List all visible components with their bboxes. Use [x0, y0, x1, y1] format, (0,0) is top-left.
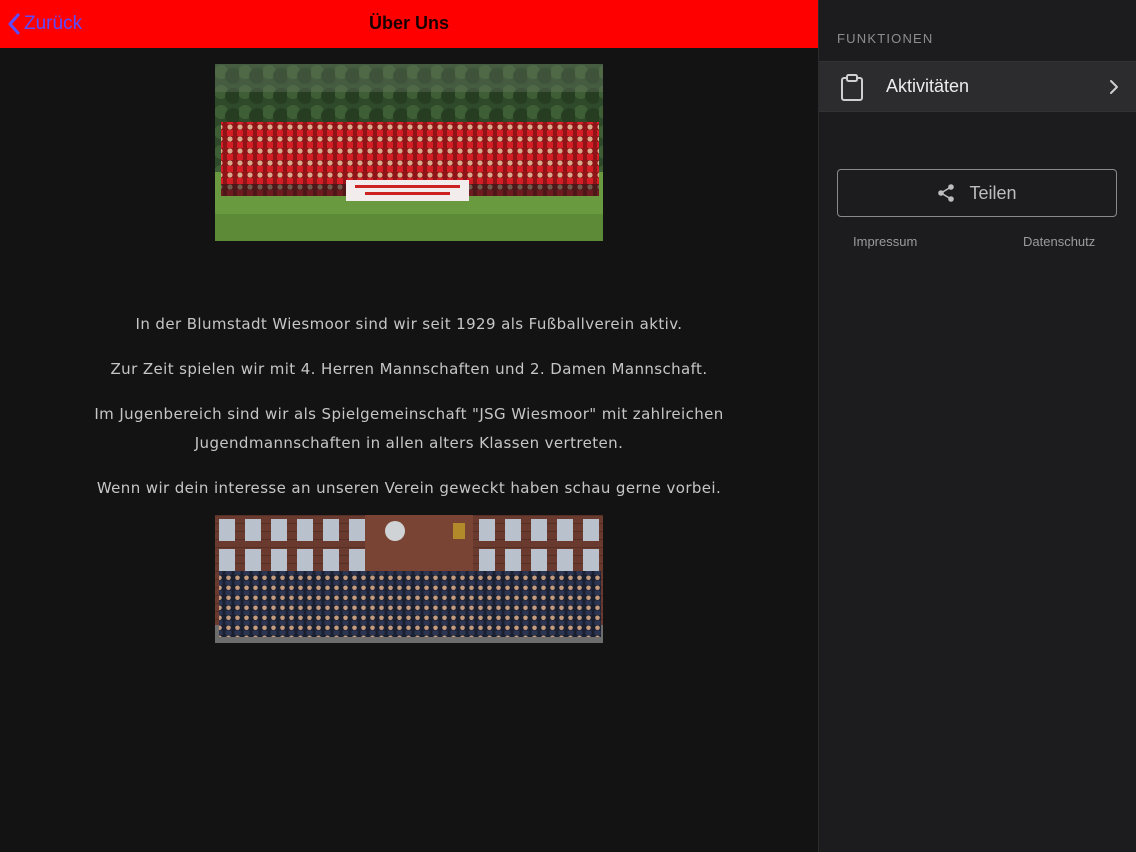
share-label: Teilen	[969, 182, 1017, 203]
impressum-link[interactable]: Impressum	[853, 234, 917, 249]
clipboard-icon	[841, 74, 863, 101]
sidebar-item-aktivitaeten[interactable]: Aktivitäten	[819, 61, 1136, 112]
page-title: Über Uns	[368, 13, 449, 33]
datenschutz-link[interactable]: Datenschutz	[1023, 234, 1095, 249]
main-pane: Zurück Über Uns In der Blumstadt Wiesmoo…	[0, 0, 818, 852]
chevron-right-icon	[1110, 80, 1118, 94]
share-button[interactable]: Teilen	[837, 169, 1117, 217]
youth-team-photo	[215, 515, 603, 643]
about-paragraph: In der Blumstadt Wiesmoor sind wir seit …	[135, 315, 683, 333]
functions-header: FUNKTIONEN	[837, 31, 934, 46]
team-photo	[215, 64, 603, 241]
about-paragraph: Wenn wir dein interesse an unseren Verei…	[96, 479, 722, 497]
about-text: In der Blumstadt Wiesmoor sind wir seit …	[60, 310, 758, 519]
sidebar: FUNKTIONEN Aktivitäten Teilen Impressum …	[818, 0, 1136, 852]
about-paragraph: Zur Zeit spielen wir mit 4. Herren Manns…	[110, 360, 708, 378]
share-icon	[938, 184, 955, 202]
navigation-bar: Zurück Über Uns	[0, 0, 818, 48]
sidebar-item-label: Aktivitäten	[886, 76, 970, 96]
about-paragraph: Im Jugenbereich sind wir als Spielgemein…	[94, 405, 724, 452]
